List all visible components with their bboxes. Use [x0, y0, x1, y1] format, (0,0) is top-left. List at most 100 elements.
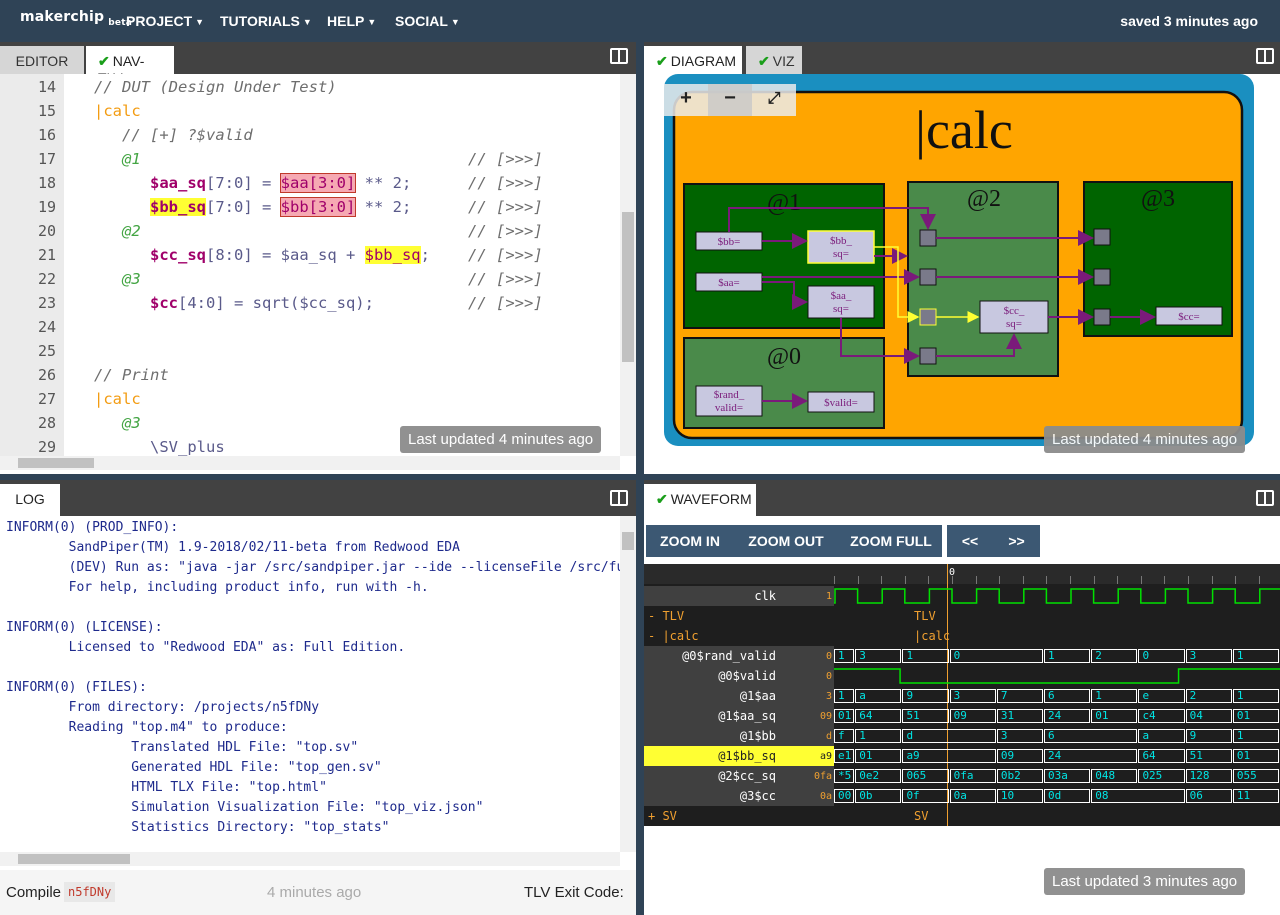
signal-name[interactable]: @2$cc_sq — [644, 766, 806, 786]
code-text: @2 — [122, 222, 141, 240]
tab-viz[interactable]: ✔ VIZ — [746, 46, 802, 74]
check-icon: ✔ — [98, 53, 110, 69]
signal-group-toggle[interactable]: - TLV — [644, 606, 834, 626]
bit-waveform — [834, 668, 1280, 684]
log-output[interactable]: INFORM(0) (PROD_INFO): SandPiper(TM) 1.9… — [0, 516, 620, 852]
waveform-value-segment: 1 — [902, 649, 949, 663]
tab-diagram-label: DIAGRAM — [670, 53, 737, 69]
signal-value: a9 — [806, 746, 834, 766]
log-pane-header: LOG — [0, 480, 636, 516]
line-number: 15 — [37, 102, 56, 120]
waveform-value-segment: 6 — [1044, 689, 1091, 703]
log-line: For help, including product info, run wi… — [6, 580, 429, 595]
signal-name[interactable]: @1$aa — [644, 686, 806, 706]
expand-link[interactable]: // [>>>] — [468, 198, 543, 216]
menu-social[interactable]: SOCIAL ▼ — [395, 13, 460, 29]
waveform-value-segment: 0b2 — [996, 769, 1044, 783]
zoom-out-button[interactable]: − — [708, 84, 752, 116]
editor-vertical-scrollbar[interactable] — [620, 74, 636, 456]
waveform-value-segment: 0 — [949, 649, 1044, 663]
menu-help[interactable]: HELP ▼ — [327, 13, 376, 29]
log-vertical-scrollbar[interactable] — [620, 516, 636, 852]
waveform-value-segment: 09 — [996, 749, 1044, 763]
waveform-value-segment: 09 — [949, 709, 996, 723]
scroll-left-button[interactable]: << — [947, 525, 993, 557]
flop — [919, 308, 937, 326]
code-text: // DUT (Design Under Test) — [94, 78, 337, 96]
expand-link[interactable]: // [>>>] — [468, 270, 543, 288]
tab-editor[interactable]: EDITOR — [0, 46, 84, 74]
waveform-value-segment: 06 — [1185, 789, 1232, 803]
maximize-pane-icon[interactable] — [1256, 48, 1274, 64]
scroll-thumb[interactable] — [622, 212, 634, 362]
menu-project[interactable]: PROJECT ▼ — [126, 13, 204, 29]
compile-id-badge[interactable]: n5fDNy — [64, 882, 116, 902]
tab-diagram[interactable]: ✔ DIAGRAM — [644, 46, 742, 74]
expand-link[interactable]: // [>>>] — [468, 294, 543, 312]
signal-group-toggle[interactable]: + SV — [644, 806, 834, 826]
signal-name[interactable]: clk — [644, 586, 806, 606]
line-number: 14 — [37, 78, 56, 96]
menu-tutorials[interactable]: TUTORIALS ▼ — [220, 13, 312, 29]
scroll-thumb[interactable] — [18, 854, 130, 864]
waveform-viewer[interactable]: 0 clk 1- TLV TLV - |calc |calc @0$rand_valid 0… — [644, 564, 1280, 826]
node-bb-label: $bb= — [718, 236, 741, 248]
group-label: |calc — [914, 629, 951, 643]
vertical-splitter[interactable] — [636, 42, 644, 915]
waveform-value-segment: 3 — [949, 689, 996, 703]
log-line: From directory: /projects/n5fDNy — [6, 700, 320, 715]
code-line: $aa_sq[7:0] = $aa[3:0] ** 2; — [150, 173, 411, 193]
scroll-thumb[interactable] — [18, 458, 94, 468]
signal-group-toggle[interactable]: - |calc — [644, 626, 834, 646]
code-editor[interactable]: Last updated 4 minutes ago 14 // DUT (Des… — [0, 74, 620, 456]
maximize-pane-icon[interactable] — [610, 48, 628, 64]
signal-name[interactable]: @1$bb_sq — [644, 746, 806, 766]
maximize-pane-icon[interactable] — [610, 490, 628, 506]
tab-waveform-label: WAVEFORM — [670, 491, 752, 507]
expand-link[interactable]: // [>>>] — [468, 150, 543, 168]
scroll-right-button[interactable]: >> — [993, 525, 1040, 557]
scroll-thumb[interactable] — [622, 532, 634, 550]
zoom-in-button[interactable]: ZOOM IN — [646, 525, 734, 557]
signal-value: 1 — [806, 586, 834, 606]
code-text: [4:0] = sqrt($cc_sq); — [178, 294, 374, 312]
log-line: INFORM(0) (FILES): — [6, 680, 147, 695]
line-number: 23 — [37, 294, 56, 312]
makerchip-logo[interactable]: makerchip beta — [20, 9, 132, 28]
compile-time: 4 minutes ago — [267, 884, 362, 901]
waveform-value-segment: 0a — [949, 789, 996, 803]
signal-value: 0a — [806, 786, 834, 806]
waveform-value-segment: 10 — [996, 789, 1044, 803]
expand-link[interactable]: // [>>>] — [468, 246, 543, 264]
code-line: |calc — [94, 102, 141, 120]
zoom-out-button[interactable]: ZOOM OUT — [738, 525, 834, 557]
log-horizontal-scrollbar[interactable] — [0, 852, 620, 866]
signal-name[interactable]: @0$valid — [644, 666, 806, 686]
zoom-full-button[interactable]: ZOOM FULL — [840, 525, 942, 557]
waveform-value-segment: 01 — [1232, 709, 1280, 723]
signal-name[interactable]: @0$rand_valid — [644, 646, 806, 666]
chevron-down-icon: ▼ — [367, 17, 377, 27]
maximize-pane-icon[interactable] — [1256, 490, 1274, 506]
fit-icon[interactable]: ⤢ — [752, 84, 796, 116]
waveform-value-segment: 128 — [1185, 769, 1232, 783]
zoom-controls: + − ⤢ — [664, 84, 796, 116]
signal-name[interactable]: @3$cc — [644, 786, 806, 806]
node-aa-sq-label: sq= — [833, 303, 849, 315]
tab-waveform[interactable]: ✔ WAVEFORM — [644, 484, 756, 516]
code-text: \SV_plus — [150, 438, 225, 456]
tab-nav-tlv[interactable]: ✔NAV-TLV — [86, 46, 174, 86]
flop — [1093, 228, 1111, 246]
waveform-value-segment: *5 — [834, 769, 855, 783]
signal-name[interactable]: @1$bb — [644, 726, 806, 746]
pipeline-diagram[interactable]: |calc @1 @2 @3 @0 $bb= $aa= $bb_ sq= $aa… — [644, 74, 1280, 474]
line-number: 28 — [37, 414, 56, 432]
signal-value: d — [806, 726, 834, 746]
tab-log[interactable]: LOG — [0, 484, 60, 516]
expand-link[interactable]: // [>>>] — [468, 174, 543, 192]
code-line: |calc — [94, 390, 141, 408]
expand-link[interactable]: // [>>>] — [468, 222, 543, 240]
editor-horizontal-scrollbar[interactable] — [0, 456, 620, 470]
signal-name[interactable]: @1$aa_sq — [644, 706, 806, 726]
zoom-in-button[interactable]: + — [664, 84, 708, 116]
